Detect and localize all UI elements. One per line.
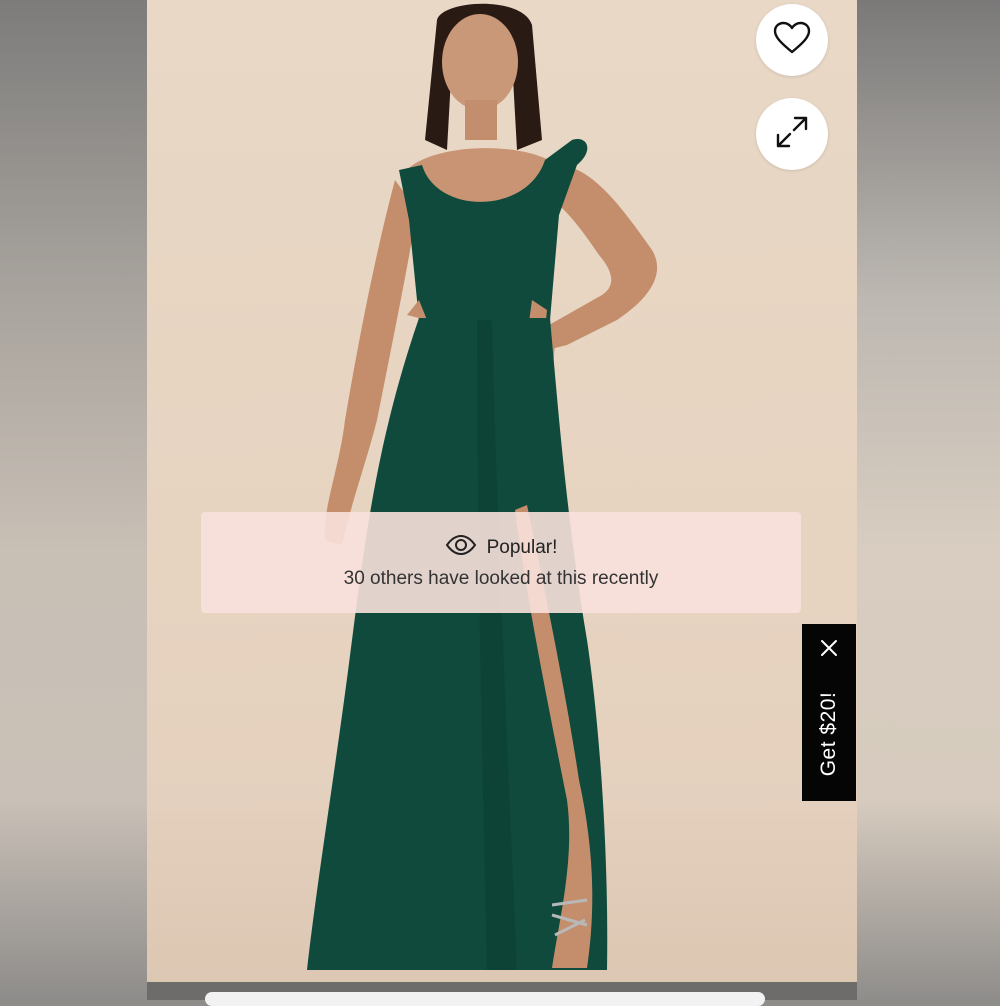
promo-tab[interactable]: Get $20! xyxy=(802,624,856,801)
model-illustration xyxy=(307,3,658,970)
popular-title-row: Popular! xyxy=(445,534,558,560)
expand-arrows-icon xyxy=(774,114,810,155)
heart-icon xyxy=(773,21,811,60)
bottom-sheet-handle[interactable] xyxy=(205,992,765,1006)
popular-title: Popular! xyxy=(486,536,558,558)
eye-icon xyxy=(445,534,477,560)
promo-close-button[interactable] xyxy=(817,638,841,662)
promo-label[interactable]: Get $20! xyxy=(817,692,841,777)
expand-image-button[interactable] xyxy=(756,98,828,170)
wishlist-button[interactable] xyxy=(756,4,828,76)
right-background-blur xyxy=(857,0,1000,1000)
popular-subtitle: 30 others have looked at this recently xyxy=(343,568,659,589)
popular-banner: Popular! 30 others have looked at this r… xyxy=(201,512,801,613)
close-icon xyxy=(820,639,838,662)
left-background-blur xyxy=(0,0,147,1000)
product-image[interactable] xyxy=(147,0,857,982)
